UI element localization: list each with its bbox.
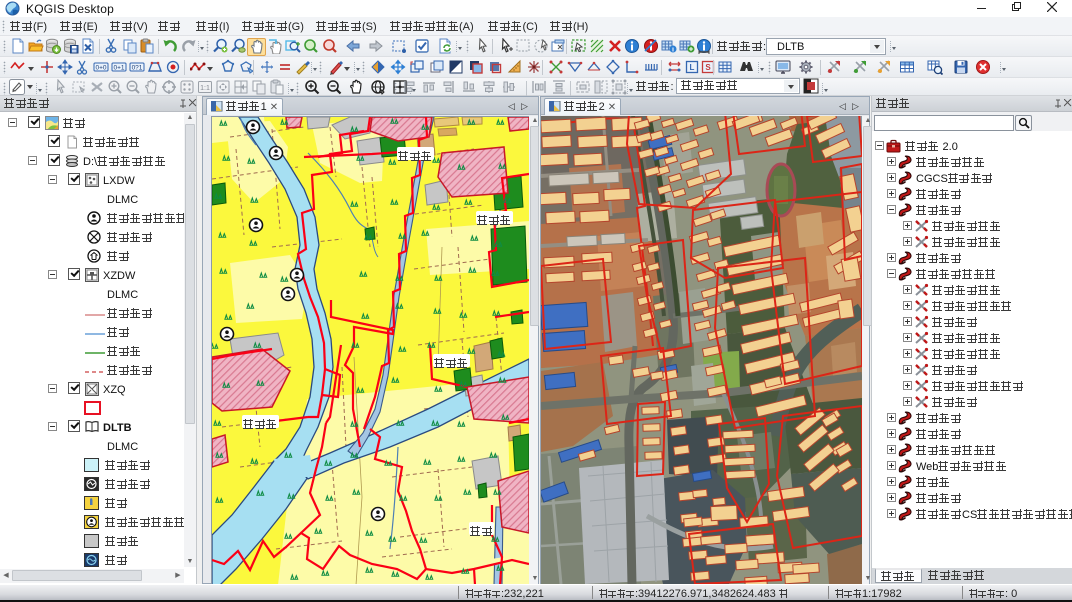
svg-text:1:1: 1:1	[200, 85, 210, 92]
svg-text:0?1: 0?1	[132, 65, 143, 72]
svg-text:L: L	[690, 63, 695, 72]
svg-text:0+1: 0+1	[113, 65, 124, 72]
svg-text:0+0: 0+0	[95, 65, 106, 72]
svg-text:S: S	[705, 63, 711, 72]
